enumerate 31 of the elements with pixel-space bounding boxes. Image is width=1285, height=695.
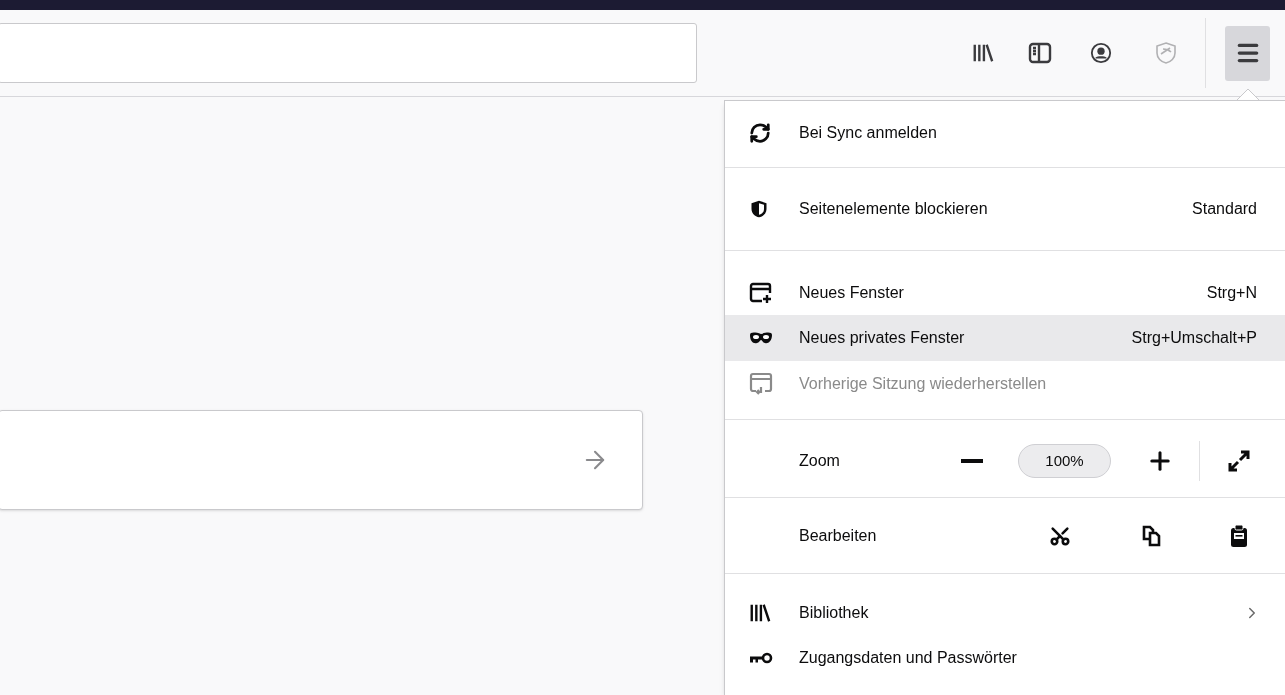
menu-button[interactable] xyxy=(1225,25,1270,81)
shortcut-text: Standard xyxy=(1192,199,1257,219)
sidebar-icon xyxy=(1028,42,1052,64)
menu-item[interactable]: Neues Fenster Strg+N xyxy=(725,271,1285,315)
mask-icon xyxy=(749,331,773,345)
shortcut-text: Strg+N xyxy=(1206,283,1257,303)
scissors-icon xyxy=(1049,524,1071,547)
zoom-reset-button[interactable]: 100% xyxy=(1018,444,1111,478)
zoom-label: Zoom xyxy=(799,451,841,471)
menu-item[interactable]: Neues privates Fenster Strg+Umschalt+P xyxy=(725,315,1285,361)
menu-item[interactable]: Zugangsdaten und Passwörter xyxy=(725,634,1285,682)
library-icon xyxy=(749,602,771,624)
edit-label: Bearbeiten xyxy=(799,525,878,546)
menu-item[interactable]: Bei Sync anmelden xyxy=(725,111,1285,155)
key-icon xyxy=(749,652,773,664)
restore-window-icon xyxy=(749,372,773,396)
menu-item[interactable]: Bibliothek xyxy=(725,592,1285,634)
url-field[interactable] xyxy=(0,23,697,83)
shortcut-text: Strg+Umschalt+P xyxy=(1131,328,1257,348)
clipboard-icon xyxy=(1230,523,1248,548)
copy-icon xyxy=(1141,523,1161,548)
expand-icon xyxy=(1227,449,1251,473)
account-icon xyxy=(1090,42,1112,64)
menu-item[interactable]: Seitenelemente blockieren Standard xyxy=(725,187,1285,231)
search-field[interactable] xyxy=(0,410,643,510)
minus-icon xyxy=(961,459,983,463)
shield-icon xyxy=(1154,41,1178,65)
library-icon xyxy=(972,42,994,64)
new-window-icon xyxy=(749,282,773,304)
shield-icon xyxy=(749,199,769,219)
sync-icon xyxy=(749,122,771,144)
